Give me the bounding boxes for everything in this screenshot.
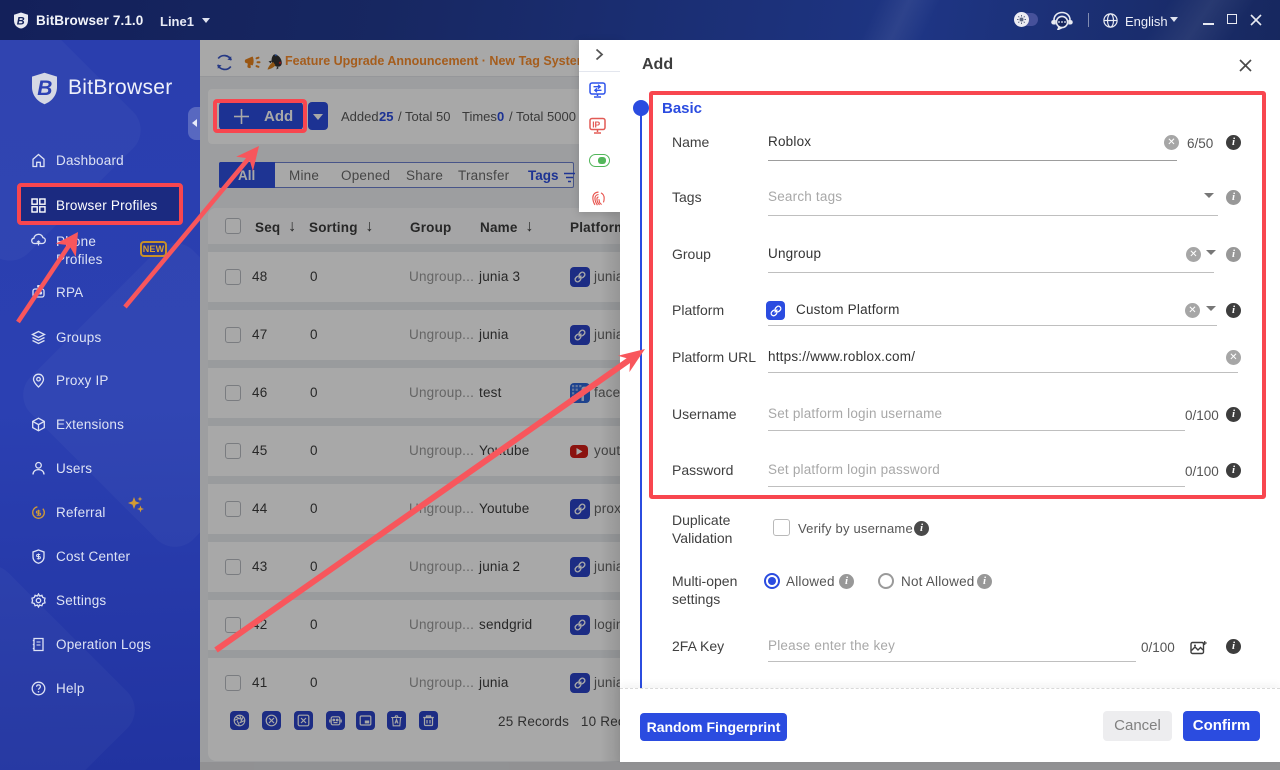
svg-text:B: B — [17, 16, 25, 28]
svg-text:B: B — [37, 77, 52, 100]
svg-text:IP: IP — [592, 119, 600, 129]
